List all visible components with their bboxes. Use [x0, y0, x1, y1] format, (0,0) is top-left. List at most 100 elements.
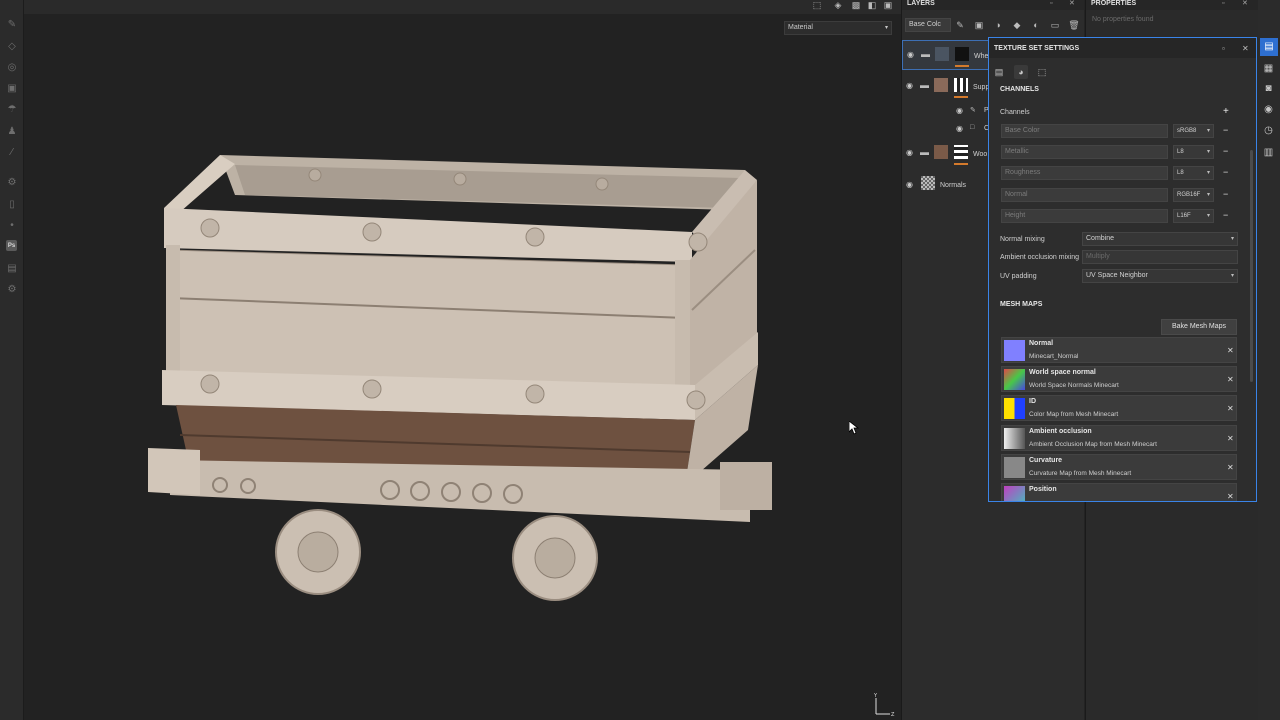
mesh-map-name: Curvature — [1029, 457, 1063, 464]
mesh-map-item[interactable]: World space normal World Space Normals M… — [1001, 366, 1237, 392]
ao-mixing-value: Multiply — [1086, 253, 1110, 260]
mesh-map-item[interactable]: Curvature Curvature Map from Mesh Mineca… — [1001, 454, 1237, 480]
camera-icon[interactable]: ⬚ — [811, 0, 823, 10]
bake-icon[interactable]: • — [5, 218, 19, 232]
remove-map-icon[interactable]: ✕ — [1227, 463, 1234, 472]
eraser-icon[interactable]: ◇ — [5, 39, 19, 53]
mask-thumbnail — [955, 47, 969, 61]
float-icon[interactable]: ▫ — [1050, 0, 1052, 8]
remove-map-icon[interactable]: ✕ — [1227, 404, 1234, 413]
channel-format-select[interactable]: RGB16F ▾ — [1173, 188, 1214, 202]
mask-indicator — [954, 96, 968, 98]
folder-icon: ▬ — [921, 49, 930, 59]
settings-gear-icon[interactable]: ⚙ — [5, 175, 19, 189]
mesh-map-item[interactable]: ID Color Map from Mesh Minecart ✕ — [1001, 395, 1237, 421]
texture-set-list-icon[interactable]: ▦ — [1262, 62, 1275, 75]
history-icon[interactable]: ◷ — [1262, 124, 1275, 137]
tab-mesh-icon[interactable]: ⬚ — [1035, 65, 1049, 79]
channel-name-field[interactable]: Roughness — [1001, 166, 1168, 180]
bake-mesh-maps-button[interactable]: Bake Mesh Maps — [1161, 319, 1237, 335]
mesh-map-item[interactable]: Normal Minecart_Normal ✕ — [1001, 337, 1237, 363]
mesh-map-source: Curvature Map from Mesh Minecart — [1029, 470, 1132, 477]
channel-format-select[interactable]: L8 ▾ — [1173, 166, 1214, 180]
channel-name-field[interactable]: Base Color — [1001, 124, 1168, 138]
eye-icon[interactable]: ◉ — [906, 148, 916, 158]
channel-format-select[interactable]: L8 ▾ — [1173, 145, 1214, 159]
shader-settings-icon[interactable]: ◉ — [1262, 103, 1275, 116]
mask-indicator — [954, 163, 968, 165]
delete-icon[interactable]: 🗑 — [1068, 19, 1080, 31]
polygon-fill-icon[interactable]: ▯ — [5, 197, 19, 211]
eye-icon[interactable]: ◉ — [956, 124, 966, 134]
remove-channel-button[interactable]: − — [1223, 189, 1228, 199]
svg-text:Z: Z — [891, 712, 895, 718]
projection-icon[interactable]: ◎ — [5, 60, 19, 74]
layer-name: Supp — [973, 84, 990, 91]
right-dock-strip: ▤ ▦ ◙ ◉ ◷ ▥ — [1258, 0, 1280, 720]
smudge-icon[interactable]: ☂ — [5, 102, 19, 116]
fill-layer-icon[interactable]: ▣ — [973, 19, 985, 31]
float-icon[interactable]: ▫ — [1222, 44, 1225, 53]
channel-format-select[interactable]: sRGB8 ▾ — [1173, 124, 1214, 138]
uv-padding-select[interactable]: UV Space Neighbor ▾ — [1082, 269, 1238, 283]
export-icon[interactable]: ▤ — [5, 261, 19, 275]
normal-mixing-select[interactable]: Combine ▾ — [1082, 232, 1238, 246]
display-settings-icon[interactable]: ◙ — [1262, 82, 1275, 95]
remove-map-icon[interactable]: ✕ — [1227, 375, 1234, 384]
eye-icon[interactable]: ◉ — [907, 50, 917, 60]
channel-name-field[interactable]: Normal — [1001, 188, 1168, 202]
tab-texture-set-icon[interactable]: ▤ — [992, 65, 1006, 79]
eye-icon[interactable]: ◉ — [906, 180, 916, 190]
remove-channel-button[interactable]: − — [1223, 146, 1228, 156]
position-map-thumbnail — [1004, 486, 1025, 501]
channel-select[interactable]: Base Colc — [905, 18, 951, 32]
close-icon[interactable]: ✕ — [1242, 0, 1248, 8]
paint-layer-icon[interactable]: ✎ — [954, 19, 966, 31]
paint-brush-icon[interactable]: ✎ — [5, 17, 19, 31]
remove-channel-button[interactable]: − — [1223, 167, 1228, 177]
folder-icon: ▬ — [920, 147, 929, 157]
remove-channel-button[interactable]: − — [1223, 210, 1228, 220]
channel-format-value: RGB16F — [1177, 192, 1201, 198]
chevron-down-icon: ▾ — [1230, 236, 1234, 242]
close-icon[interactable]: ✕ — [1242, 44, 1249, 53]
remove-channel-button[interactable]: − — [1223, 125, 1228, 135]
viewport-mode-select[interactable]: Material ▾ — [784, 21, 892, 35]
color-picker-icon[interactable]: ⁄ — [5, 145, 19, 159]
smart-mask-icon[interactable]: ◐ — [1030, 19, 1042, 31]
geometry-fill-icon[interactable]: ▣ — [5, 81, 19, 95]
remove-map-icon[interactable]: ✕ — [1227, 434, 1234, 443]
close-icon[interactable]: ✕ — [1069, 0, 1075, 8]
float-icon[interactable]: ▫ — [1222, 0, 1224, 8]
mesh-map-source: Minecart_Normal — [1029, 353, 1079, 360]
channel-format-select[interactable]: L16F ▾ — [1173, 209, 1214, 223]
texture-set-settings-icon[interactable]: ▤ — [1260, 38, 1278, 56]
plugin-icon[interactable]: ⚙ — [5, 282, 19, 296]
eye-icon[interactable]: ◉ — [956, 106, 966, 116]
tab-channels-icon[interactable]: ◕ — [1014, 65, 1028, 79]
mask-icon[interactable]: ◑ — [992, 19, 1004, 31]
remove-map-icon[interactable]: ✕ — [1227, 346, 1234, 355]
mesh-maps-section-title: MESH MAPS — [1000, 301, 1043, 308]
channel-name-field[interactable]: Metallic — [1001, 145, 1168, 159]
display-mode-icon[interactable]: ▩ — [850, 0, 862, 10]
viewport-mode-value: Material — [788, 24, 813, 31]
screenshot-icon[interactable]: ▣ — [882, 0, 894, 10]
channel-name-field[interactable]: Height — [1001, 209, 1168, 223]
photoshop-export-icon[interactable]: Ps — [6, 240, 17, 251]
effect-icon[interactable]: ◆ — [1011, 19, 1023, 31]
world-normal-map-thumbnail — [1004, 369, 1025, 390]
eye-icon[interactable]: ◉ — [906, 81, 916, 91]
normal-mixing-value: Combine — [1086, 235, 1115, 242]
remove-map-icon[interactable]: ✕ — [1227, 492, 1234, 501]
clone-icon[interactable]: ♟ — [5, 124, 19, 138]
3d-viewport[interactable]: ⬚ ◈ ▩ ◧ ▣ Material ▾ Y Z — [24, 0, 901, 720]
tss-scrollbar[interactable] — [1250, 150, 1253, 382]
add-channel-button[interactable]: + — [1223, 106, 1229, 117]
add-folder-icon[interactable]: ▭ — [1049, 19, 1061, 31]
cube-view-icon[interactable]: ◈ — [832, 0, 844, 10]
mesh-map-item[interactable]: Position ✕ — [1001, 483, 1237, 501]
split-view-icon[interactable]: ◧ — [866, 0, 878, 10]
mesh-map-item[interactable]: Ambient occlusion Ambient Occlusion Map … — [1001, 425, 1237, 451]
log-icon[interactable]: ▥ — [1262, 146, 1275, 159]
